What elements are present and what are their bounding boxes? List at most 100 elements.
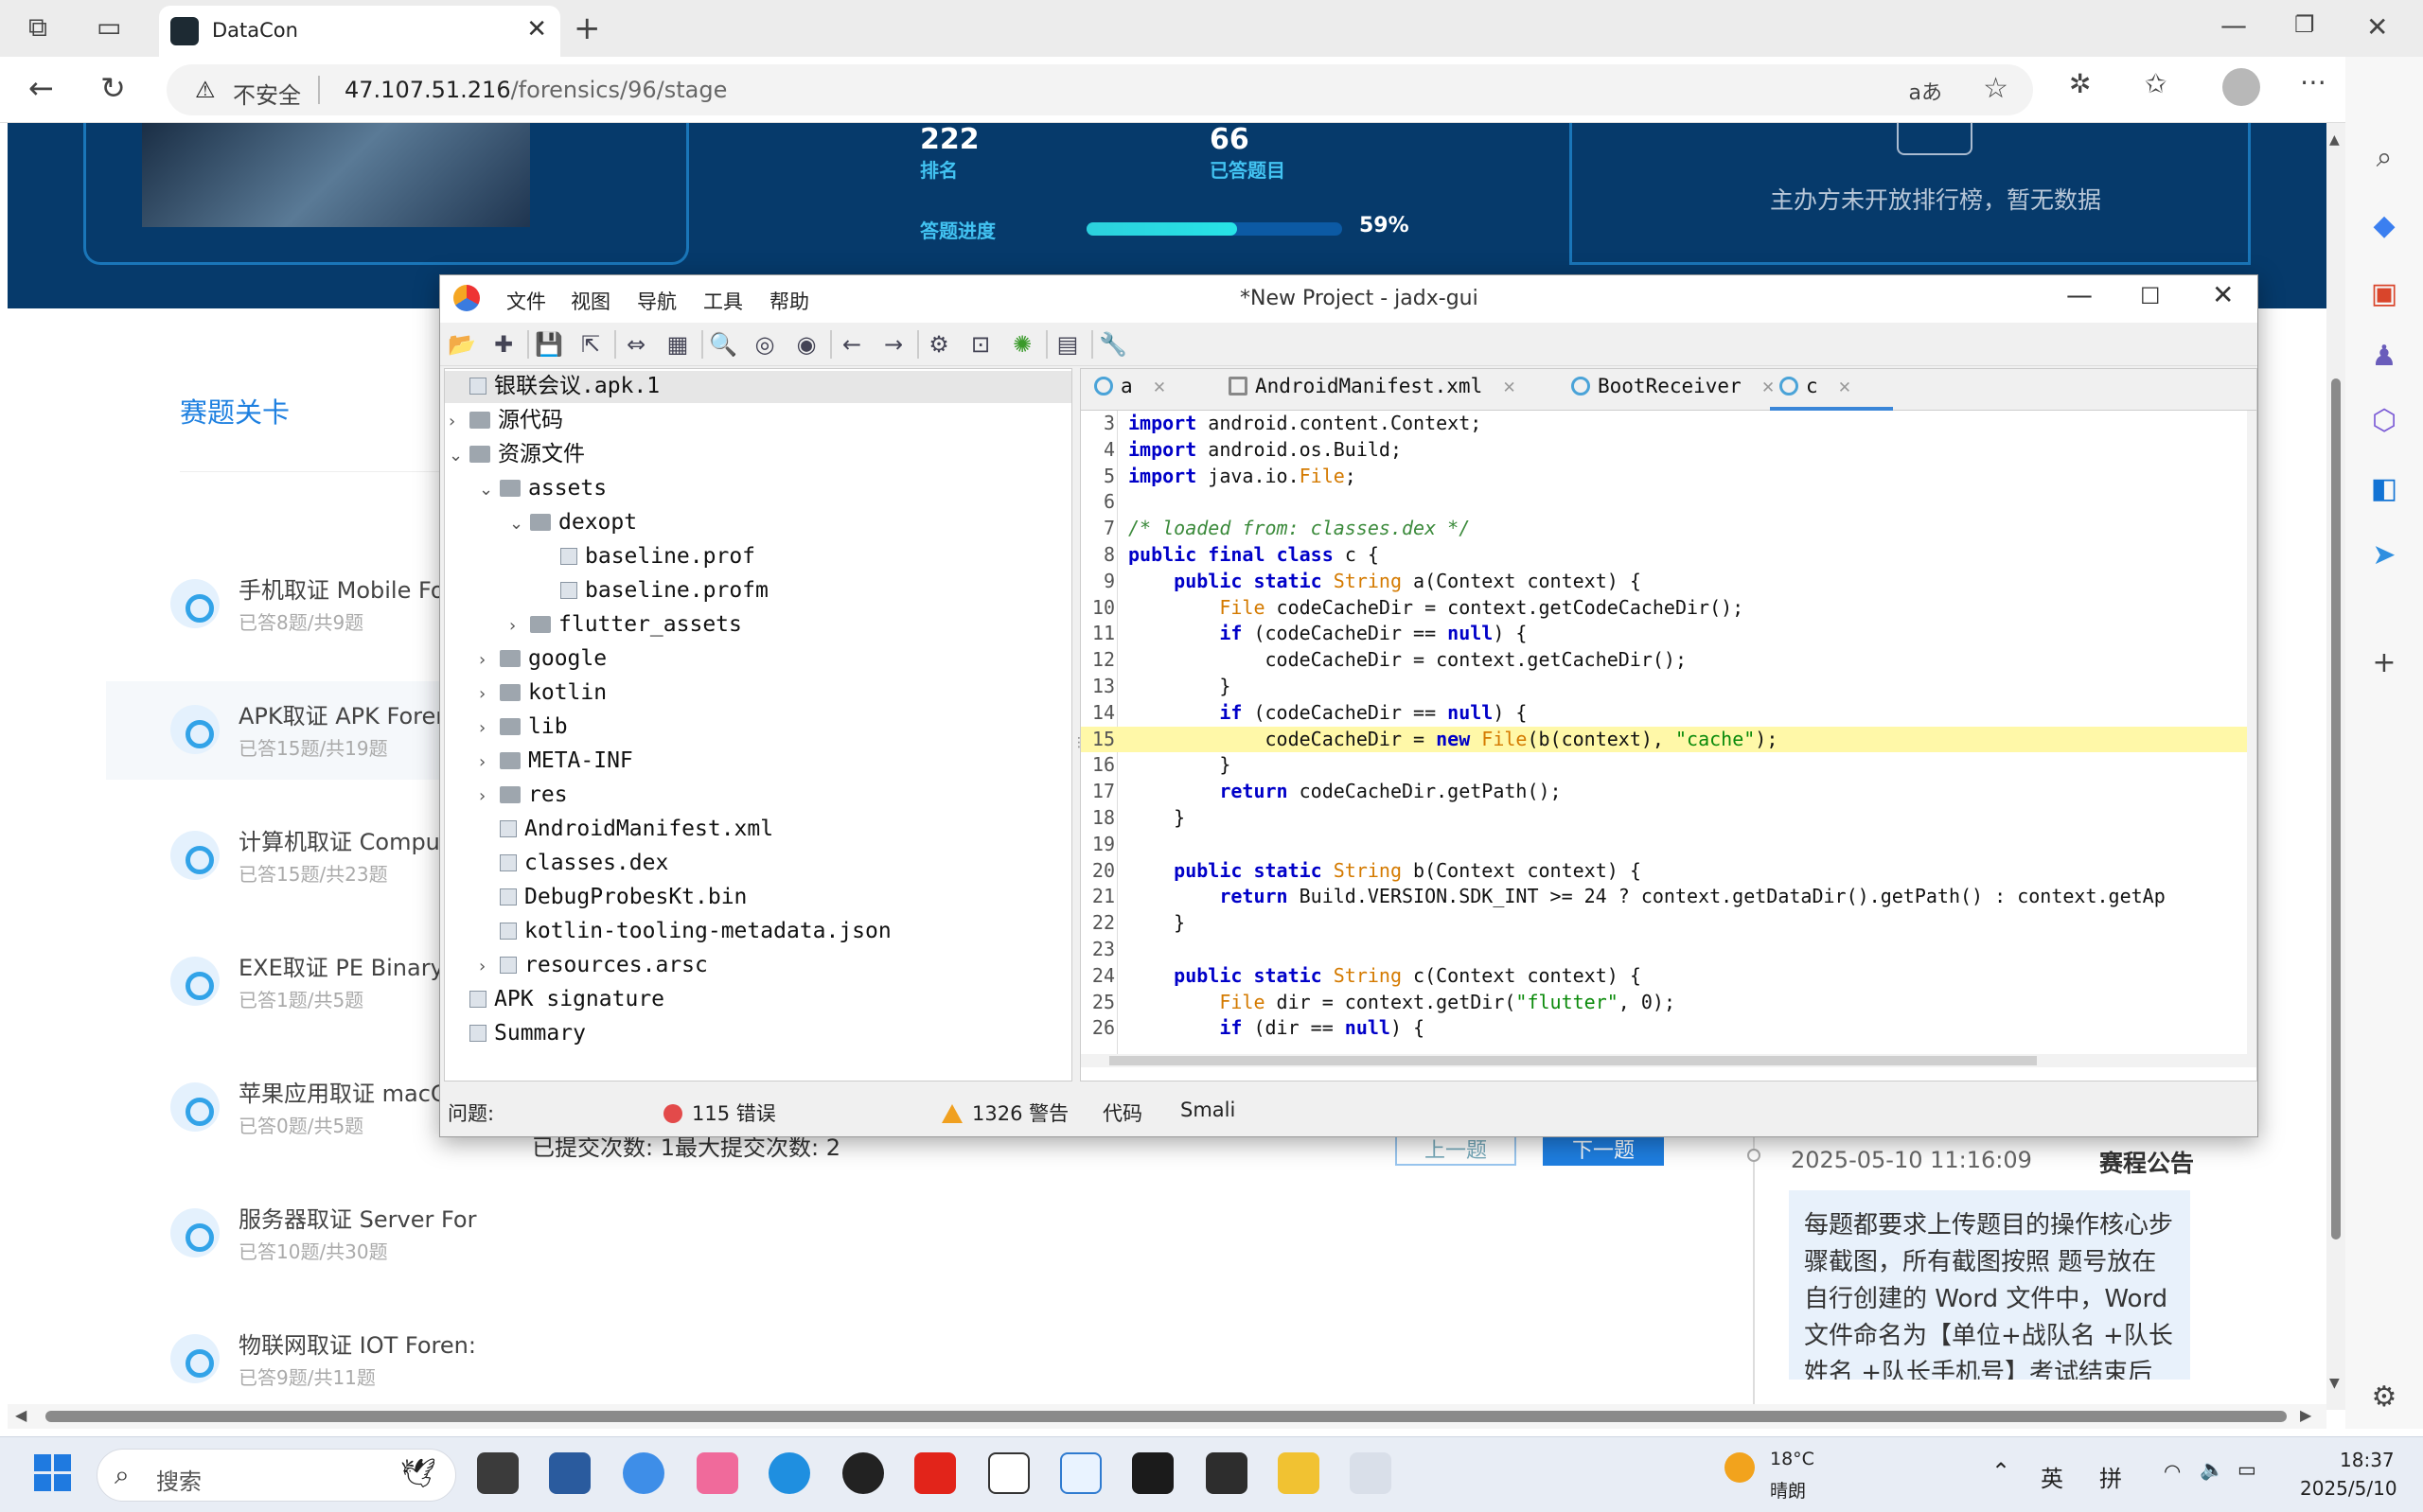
tree-file-node[interactable]: › 源代码 — [449, 403, 892, 437]
sync-tree-icon[interactable]: ⇔ — [622, 330, 650, 359]
sidebar-settings-icon[interactable]: ⚙ — [2364, 1378, 2404, 1417]
jadx-taskbar-icon[interactable] — [1350, 1452, 1391, 1494]
jadx-maximize-button[interactable]: ☐ — [2140, 283, 2161, 309]
tree-file-node[interactable]: classes.dex — [449, 846, 892, 880]
expand-chevron-icon[interactable]: › — [479, 780, 500, 814]
more-menu-icon[interactable]: ⋯ — [2300, 66, 2326, 97]
tab-actions-icon[interactable]: ▭ — [97, 11, 121, 43]
refresh-icon[interactable]: ↻ — [100, 70, 126, 106]
bilibili-icon[interactable] — [697, 1452, 738, 1494]
close-tab-icon[interactable]: ✕ — [1839, 375, 1851, 397]
tree-folder-node[interactable]: › kotlin — [449, 676, 892, 710]
battery-icon[interactable]: ▭ — [2237, 1458, 2256, 1481]
scroll-left-arrow-icon[interactable]: ◀ — [15, 1406, 27, 1424]
tree-folder-node[interactable]: › META-INF — [449, 744, 892, 778]
sidebar-category-item[interactable]: 服务器取证 Server For 已答10题/共30题 — [170, 1195, 492, 1290]
wifi-icon[interactable]: ◠ — [2164, 1460, 2181, 1483]
telegram-send-icon[interactable]: ➤ — [2364, 536, 2404, 575]
nav-forward-icon[interactable]: → — [879, 330, 908, 359]
export-icon[interactable]: ⇱ — [576, 330, 605, 359]
scroll-up-arrow-icon[interactable]: ▲ — [2329, 132, 2340, 148]
jadx-minimize-button[interactable]: — — [2066, 279, 2093, 310]
scroll-right-arrow-icon[interactable]: ▶ — [2300, 1406, 2311, 1424]
code-h-scroll-thumb[interactable] — [1109, 1056, 2037, 1065]
add-files-icon[interactable]: ✚ — [489, 330, 518, 359]
search-text-icon[interactable]: 🔍 — [709, 330, 737, 359]
preferences-wrench-icon[interactable]: 🔧 — [1099, 330, 1127, 359]
vscode-like-icon[interactable] — [1060, 1452, 1102, 1494]
expand-chevron-icon[interactable]: › — [449, 405, 469, 439]
menu-help[interactable]: 帮助 — [769, 287, 809, 315]
minimize-button[interactable]: — — [2220, 9, 2247, 41]
task-view-icon[interactable] — [477, 1452, 519, 1494]
file-explorer-icon[interactable] — [1278, 1452, 1319, 1494]
tree-folder-node[interactable]: ⌄ assets — [449, 471, 892, 505]
outlook-icon[interactable]: ◧ — [2364, 469, 2404, 509]
tree-file-node[interactable]: baseline.prof — [449, 539, 892, 573]
app-icon-1[interactable] — [549, 1452, 591, 1494]
new-tab-button[interactable]: + — [574, 9, 601, 47]
tree-folder-node[interactable]: ⌄ 资源文件 — [449, 437, 892, 471]
expand-chevron-icon[interactable]: › — [479, 950, 500, 984]
tab-bootreceiver[interactable]: BootReceiver ✕ — [1571, 375, 1774, 409]
code-horizontal-scrollbar[interactable] — [1081, 1054, 2256, 1067]
app-icon-2[interactable] — [623, 1452, 664, 1494]
tree-root-node[interactable]: 银联会议.apk.1 — [449, 369, 892, 403]
code-view-tab[interactable]: 代码 — [1103, 1099, 1142, 1127]
tree-file-node[interactable]: DebugProbesKt.bin — [449, 880, 892, 914]
expand-chevron-icon[interactable]: ⌄ — [509, 507, 530, 541]
ime-english[interactable]: 英 — [2041, 1460, 2063, 1493]
extensions-icon[interactable]: ✲ — [2069, 68, 2091, 99]
expand-chevron-icon[interactable]: ⌄ — [479, 473, 500, 507]
close-tab-icon[interactable]: ✕ — [1503, 375, 1515, 397]
menu-tools[interactable]: 工具 — [703, 287, 743, 315]
close-tab-icon[interactable]: ✕ — [1762, 375, 1775, 397]
clock-date[interactable]: 2025/5/10 — [2300, 1477, 2397, 1500]
url-field[interactable]: ⚠ 不安全 47.107.51.216/forensics/96/stage a… — [167, 64, 2033, 115]
back-icon[interactable]: ← — [28, 70, 54, 106]
ime-pinyin[interactable]: 拼 — [2099, 1460, 2122, 1493]
jadx-close-button[interactable]: ✕ — [2212, 279, 2234, 310]
tab-androidmanifest[interactable]: AndroidManifest.xml ✕ — [1229, 375, 1515, 409]
weather-sun-icon[interactable] — [1724, 1452, 1755, 1483]
tree-folder-node[interactable]: › lib — [449, 710, 892, 744]
shopping-tag-icon[interactable]: ◆ — [2364, 206, 2404, 246]
profile-avatar[interactable] — [2222, 68, 2260, 106]
code-area[interactable]: 3 import android.content.Context; 4 import … — [1081, 411, 2247, 1054]
taskbar-search[interactable]: ⌕ 搜索 🕊 — [97, 1449, 456, 1502]
nav-back-icon[interactable]: ← — [838, 330, 866, 359]
log-viewer-icon[interactable]: ▤ — [1053, 330, 1082, 359]
tree-file-node[interactable]: › resources.arsc — [449, 948, 892, 982]
close-window-button[interactable]: ✕ — [2366, 11, 2388, 43]
games-icon[interactable]: ♟ — [2364, 337, 2404, 377]
menu-file[interactable]: 文件 — [506, 287, 546, 315]
search-sidebar-icon[interactable]: ⌕ — [2364, 138, 2404, 178]
tree-file-node[interactable]: AndroidManifest.xml — [449, 812, 892, 846]
warnings-count[interactable]: 1326 警告 — [942, 1099, 1069, 1127]
tree-folder-node[interactable]: ⌄ dexopt — [449, 505, 892, 539]
page-vertical-scroll-thumb[interactable] — [2331, 378, 2341, 1239]
menu-navigate[interactable]: 导航 — [637, 287, 677, 315]
code-vertical-scrollbar[interactable] — [2247, 411, 2256, 1054]
page-horizontal-scroll-thumb[interactable] — [45, 1411, 2287, 1422]
close-tab-icon[interactable]: ✕ — [526, 15, 547, 44]
open-file-icon[interactable]: 📂 — [448, 330, 476, 359]
app-icon-a[interactable] — [1206, 1452, 1247, 1494]
m365-icon[interactable]: ⬡ — [2364, 401, 2404, 441]
tab-c[interactable]: c ✕ — [1779, 375, 1850, 409]
clock-time[interactable]: 18:37 — [2340, 1449, 2395, 1471]
scroll-down-arrow-icon[interactable]: ▼ — [2329, 1376, 2340, 1391]
wps-icon[interactable] — [914, 1452, 956, 1494]
toolbox-icon[interactable]: ▣ — [2364, 274, 2404, 314]
expand-chevron-icon[interactable]: › — [509, 609, 530, 643]
save-icon[interactable]: 💾 — [535, 330, 563, 359]
split-pane-handle[interactable]: ⋮ — [1072, 735, 1086, 758]
search-class-icon[interactable]: ◎ — [751, 330, 779, 359]
tree-file-node[interactable]: baseline.profm — [449, 573, 892, 607]
sidebar-category-item[interactable]: 物联网取证 IOT Foren: 已答9题/共11题 — [170, 1321, 492, 1415]
favorite-star-icon[interactable]: ☆ — [1983, 72, 2008, 105]
expand-chevron-icon[interactable]: ⌄ — [449, 439, 469, 473]
expand-chevron-icon[interactable]: › — [479, 746, 500, 780]
tree-file-node[interactable]: kotlin-tooling-metadata.json — [449, 914, 892, 948]
deobfuscation-icon[interactable]: ⚙ — [925, 330, 953, 359]
